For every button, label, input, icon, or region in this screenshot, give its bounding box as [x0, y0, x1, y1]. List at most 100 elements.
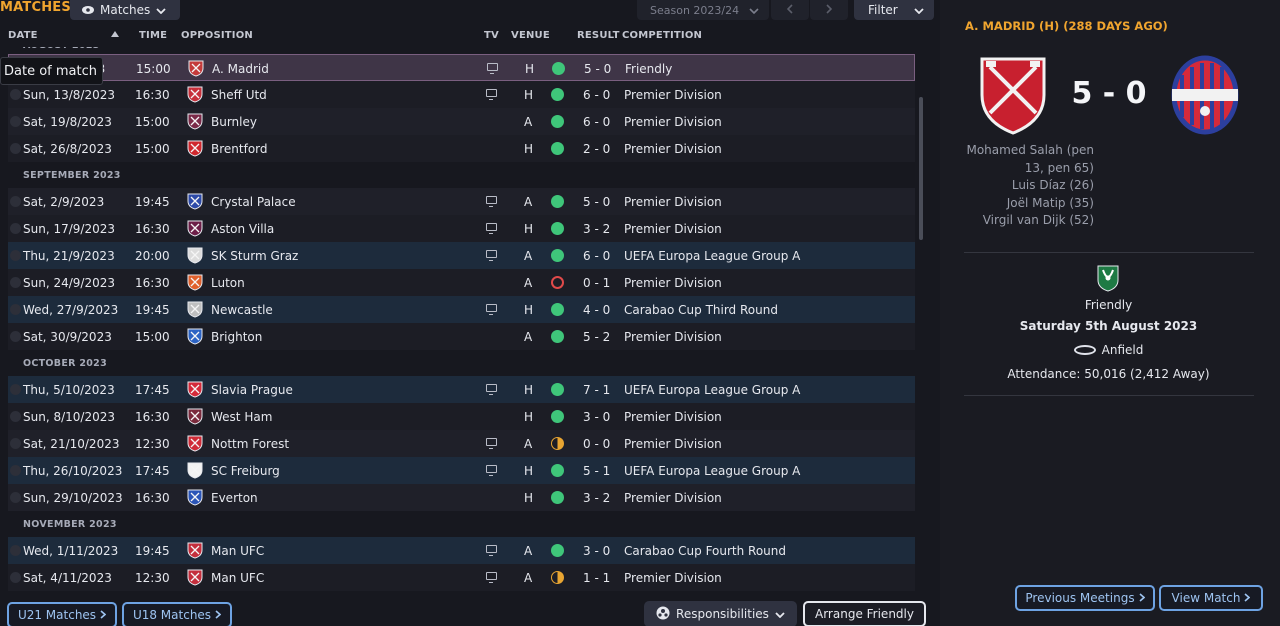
opposition-name[interactable]: Everton — [211, 491, 258, 505]
competition-name[interactable]: Premier Division — [624, 142, 722, 156]
opposition-name[interactable]: SC Freiburg — [211, 464, 280, 478]
select-row-checkbox[interactable] — [10, 384, 21, 395]
opposition-name[interactable]: Burnley — [211, 115, 257, 129]
opposition-name[interactable]: Man UFC — [211, 544, 264, 558]
select-row-checkbox[interactable] — [10, 411, 21, 422]
competition-name[interactable]: Premier Division — [624, 437, 722, 451]
match-row[interactable]: Thu, 26/10/2023 17:45 SC Freiburg H 5 - 1 UEF… — [8, 457, 915, 484]
opposition-name[interactable]: Sheff Utd — [211, 88, 267, 102]
competition-name[interactable]: Premier Division — [624, 571, 722, 585]
competition-name[interactable]: Premier Division — [624, 410, 722, 424]
match-row[interactable]: Sat, 2/9/2023 19:45 Crystal Palace A 5 - 0 Pr… — [8, 188, 915, 215]
select-row-checkbox[interactable] — [10, 572, 21, 583]
opposition-name[interactable]: Newcastle — [211, 303, 273, 317]
opposition-name[interactable]: SK Sturm Graz — [211, 249, 298, 263]
opposition-name[interactable]: Man UFC — [211, 571, 264, 585]
month-label: OCTOBER 2023 — [23, 358, 107, 369]
previous-meetings-button[interactable]: Previous Meetings — [1015, 585, 1155, 611]
competition-name[interactable]: Carabao Cup Third Round — [624, 303, 778, 317]
match-row[interactable]: Sat, 26/8/2023 15:00 Brentford H 2 - 0 Premie… — [8, 135, 915, 162]
scorer-line: Joël Matip (35) — [1006, 195, 1094, 210]
competition-name[interactable]: Friendly — [625, 62, 672, 76]
competition-name[interactable]: Premier Division — [624, 115, 722, 129]
select-row-checkbox[interactable] — [10, 89, 21, 100]
home-team-crest — [978, 55, 1048, 135]
select-row-checkbox[interactable] — [10, 492, 21, 503]
opposition-name[interactable]: A. Madrid — [212, 62, 269, 76]
match-row[interactable]: Wed, 27/9/2023 19:45 Newcastle H 4 - 0 Caraba… — [8, 296, 915, 323]
match-result: 3 - 0 — [583, 410, 611, 424]
match-row[interactable]: Thu, 5/10/2023 17:45 Slavia Prague H 7 - 1 UE… — [8, 376, 915, 403]
opposition-name[interactable]: Slavia Prague — [211, 383, 293, 397]
select-row-checkbox[interactable] — [10, 250, 21, 261]
competition-name[interactable]: Carabao Cup Fourth Round — [624, 544, 786, 558]
match-row[interactable]: Wed, 1/11/2023 19:45 Man UFC A 3 - 0 Carabao … — [8, 537, 915, 564]
competition-name[interactable]: Premier Division — [624, 276, 722, 290]
u18-matches-button[interactable]: U18 Matches — [122, 602, 232, 626]
competition-name[interactable]: Premier Division — [624, 222, 722, 236]
match-row[interactable]: Sat, 5/8/202315:00A. MadridH5 - 0Friendl… — [8, 54, 915, 81]
select-row-checkbox[interactable] — [10, 331, 21, 342]
select-row-checkbox[interactable] — [10, 545, 21, 556]
stadium-name[interactable]: Anfield — [1102, 343, 1144, 357]
select-row-checkbox[interactable] — [10, 277, 21, 288]
select-row-checkbox[interactable] — [10, 304, 21, 315]
match-row[interactable]: Sat, 19/8/2023 15:00 Burnley A 6 - 0 Premier … — [8, 108, 915, 135]
match-row[interactable]: Sun, 13/8/2023 16:30 Sheff Utd H 6 - 0 Premie… — [8, 81, 915, 108]
responsibilities-button[interactable]: Responsibilities — [644, 601, 797, 626]
column-date[interactable]: DATE — [8, 30, 38, 41]
u21-matches-button[interactable]: U21 Matches — [7, 602, 117, 626]
match-row[interactable]: Sat, 30/9/2023 15:00 Brighton A 5 - 2 Premier… — [8, 323, 915, 350]
competition-name[interactable]: UEFA Europa League Group A — [624, 464, 800, 478]
next-season-button[interactable] — [810, 0, 848, 20]
result-win-icon — [551, 410, 564, 423]
view-dropdown[interactable]: Matches — [70, 0, 180, 20]
column-venue[interactable]: VENUE — [511, 30, 550, 41]
match-row[interactable]: Sun, 17/9/2023 16:30 Aston Villa H 3 - 2 Prem… — [8, 215, 915, 242]
sort-ascending-icon[interactable] — [111, 29, 119, 40]
competition-name[interactable]: Premier Division — [624, 491, 722, 505]
arrange-friendly-button[interactable]: Arrange Friendly — [803, 601, 926, 626]
competition-name[interactable]: UEFA Europa League Group A — [624, 249, 800, 263]
u18-matches-label: U18 Matches — [132, 608, 212, 622]
competition-name[interactable]: Premier Division — [624, 195, 722, 209]
arrange-friendly-label: Arrange Friendly — [815, 607, 914, 621]
column-opposition[interactable]: OPPOSITION — [181, 30, 253, 41]
opposition-name[interactable]: Brentford — [211, 142, 268, 156]
select-row-checkbox[interactable] — [10, 465, 21, 476]
match-row[interactable]: Sun, 24/9/2023 16:30 Luton A 0 - 1 Premier Di… — [8, 269, 915, 296]
column-result[interactable]: RESULT — [577, 30, 620, 41]
view-match-button[interactable]: View Match — [1159, 585, 1263, 611]
tv-icon — [487, 63, 498, 74]
result-win-icon — [551, 88, 564, 101]
column-competition[interactable]: COMPETITION — [622, 30, 702, 41]
previous-season-button[interactable] — [771, 0, 809, 20]
opposition-name[interactable]: Crystal Palace — [211, 195, 296, 209]
venue: H — [524, 410, 534, 424]
column-time[interactable]: TIME — [139, 30, 167, 41]
venue: H — [525, 62, 535, 76]
opposition-name[interactable]: Luton — [211, 276, 245, 290]
match-row[interactable]: Sun, 29/10/2023 16:30 Everton H 3 - 2 Premier… — [8, 484, 915, 511]
column-tv[interactable]: TV — [484, 30, 499, 41]
opposition-name[interactable]: West Ham — [211, 410, 272, 424]
competition-name[interactable]: Premier Division — [624, 88, 722, 102]
select-row-checkbox[interactable] — [10, 116, 21, 127]
opposition-name[interactable]: Nottm Forest — [211, 437, 289, 451]
match-row[interactable]: Sat, 21/10/2023 12:30 Nottm Forest A 0 - 0 Pr… — [8, 430, 915, 457]
competition-name[interactable]: Premier Division — [624, 330, 722, 344]
scrollbar[interactable] — [919, 97, 923, 240]
competition-name[interactable]: UEFA Europa League Group A — [624, 383, 800, 397]
match-row[interactable]: Sun, 8/10/2023 16:30 West Ham H 3 - 0 Premier… — [8, 403, 915, 430]
match-result: 3 - 0 — [583, 544, 611, 558]
select-row-checkbox[interactable] — [10, 143, 21, 154]
filter-button[interactable]: Filter — [854, 0, 934, 20]
select-row-checkbox[interactable] — [10, 438, 21, 449]
select-row-checkbox[interactable] — [10, 196, 21, 207]
match-row[interactable]: Thu, 21/9/2023 20:00 SK Sturm Graz A 6 - 0 UE… — [8, 242, 915, 269]
opposition-name[interactable]: Aston Villa — [211, 222, 274, 236]
season-selector[interactable]: Season 2023/24 — [637, 0, 769, 20]
opposition-name[interactable]: Brighton — [211, 330, 262, 344]
select-row-checkbox[interactable] — [10, 223, 21, 234]
match-row[interactable]: Sat, 4/11/2023 12:30 Man UFC A 1 - 1 Premier … — [8, 564, 915, 591]
